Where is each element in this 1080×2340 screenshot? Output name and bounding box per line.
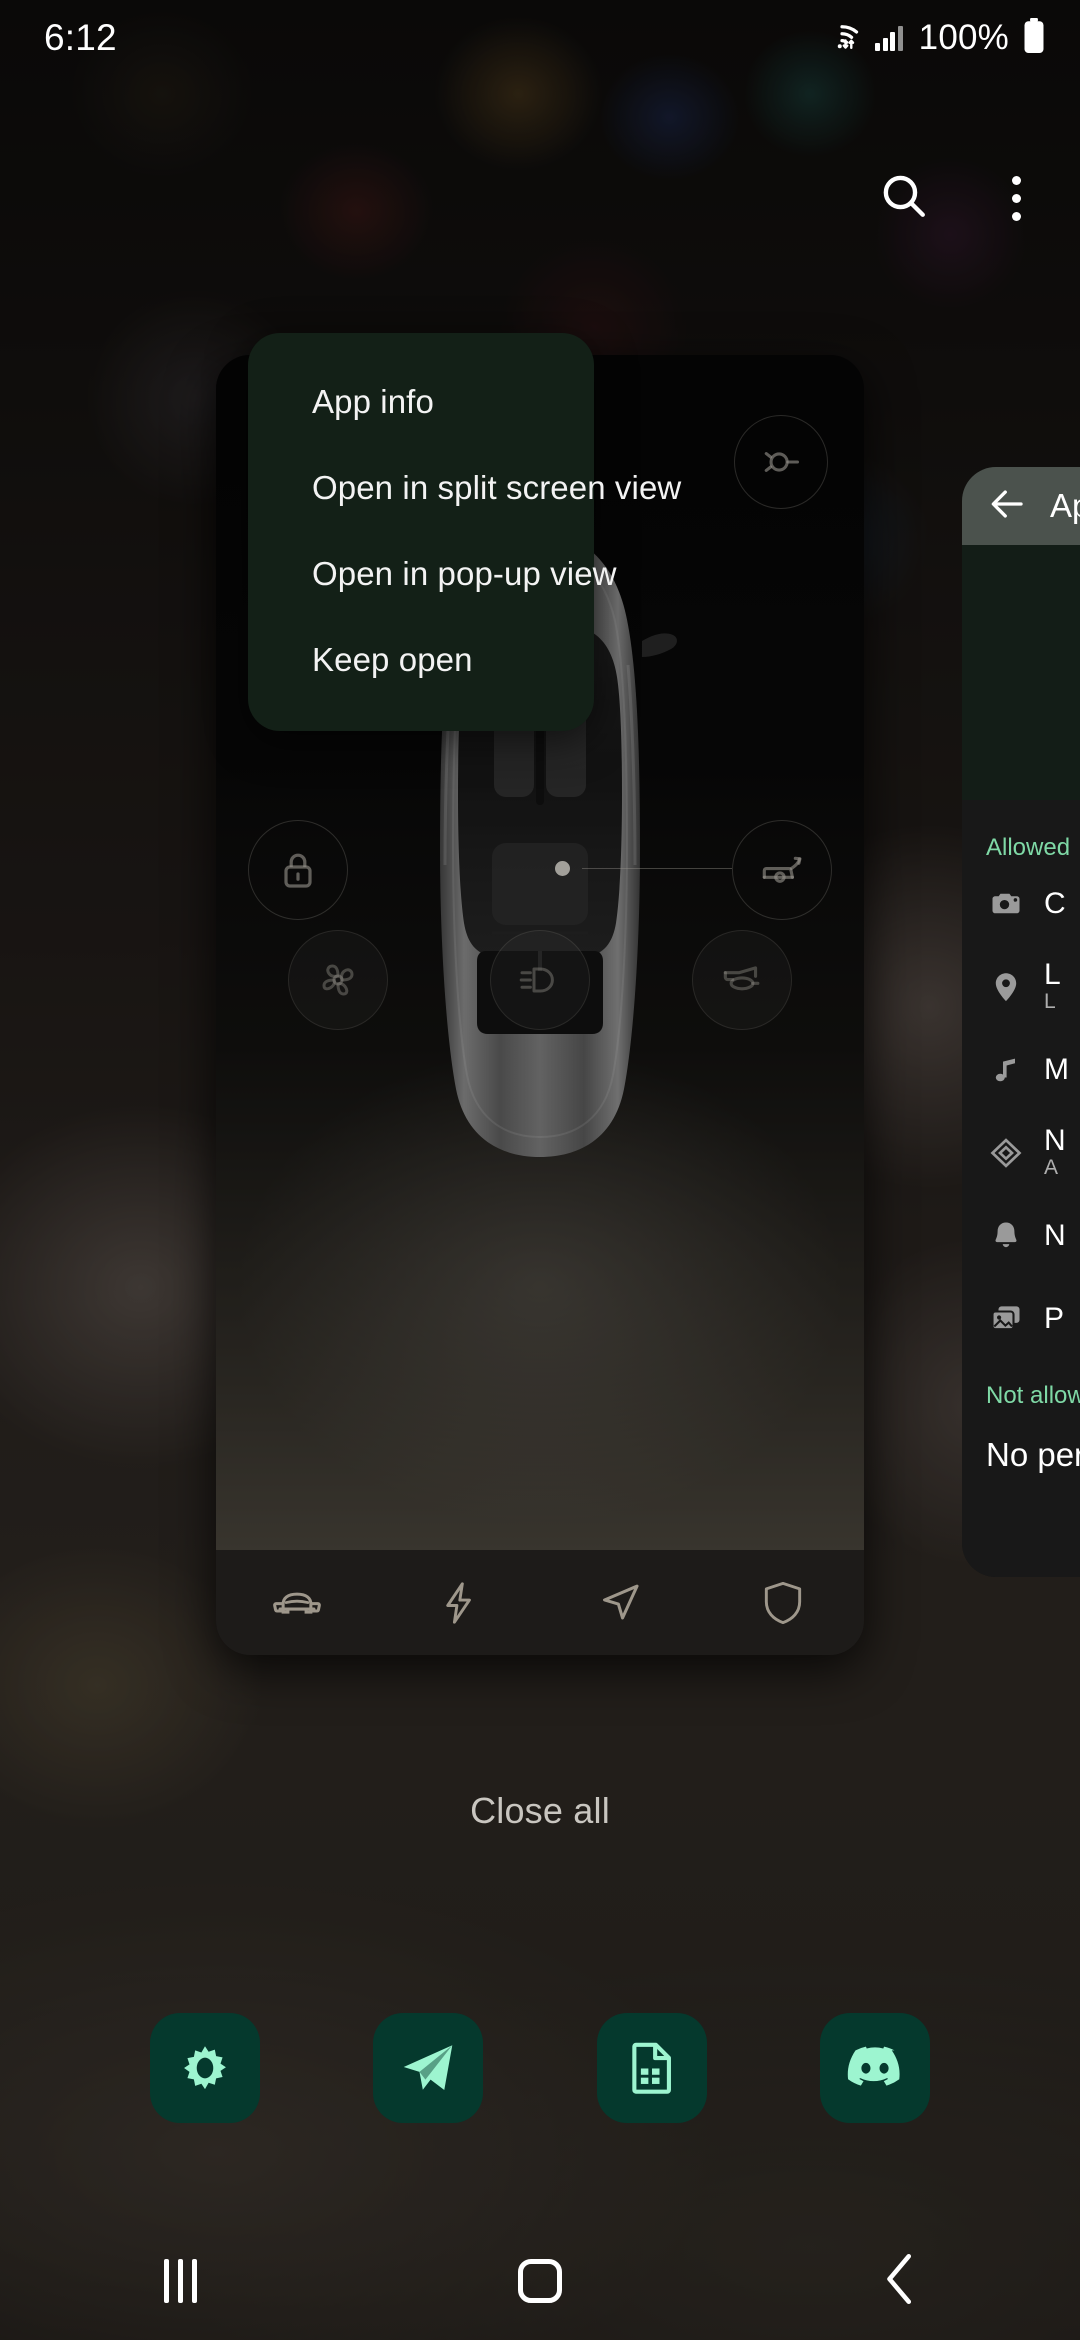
location-pin-icon xyxy=(986,967,1026,1007)
no-permissions-label: No per xyxy=(986,1436,1080,1473)
recents-app-card-app-info[interactable]: App Allowed C L L M xyxy=(962,467,1080,1577)
discord-icon xyxy=(848,2046,900,2086)
dock-sheets[interactable] xyxy=(596,2012,707,2123)
battery-percent-label: 100% xyxy=(918,18,1009,57)
status-bar-clock: 6:12 xyxy=(44,17,117,58)
app-info-hero xyxy=(962,545,1080,800)
home-button[interactable] xyxy=(480,2222,600,2340)
permission-row-location[interactable]: L L xyxy=(962,945,1080,1028)
permissions-allowed-label: Allowed xyxy=(986,834,1071,861)
dock-telegram[interactable] xyxy=(373,2012,484,2123)
signal-icon xyxy=(875,25,903,51)
menu-item-keep-open[interactable]: Keep open xyxy=(248,617,594,703)
spreadsheet-document-icon xyxy=(632,2042,671,2094)
permission-label: L xyxy=(1044,957,1061,991)
app-info-permissions-body: Allowed C L L M N A N P Not allow No per xyxy=(962,800,1080,1577)
app-info-app-bar: App xyxy=(962,467,1080,545)
gear-icon xyxy=(183,2045,226,2089)
system-navigation-bar xyxy=(0,2222,1080,2340)
dock-discord[interactable] xyxy=(820,2012,931,2123)
permissions-not-allowed-label: Not allowed xyxy=(986,1382,1080,1409)
search-icon xyxy=(879,171,929,226)
permission-row-nearby-devices[interactable]: N A xyxy=(962,1111,1080,1194)
camera-icon xyxy=(986,884,1026,924)
nearby-devices-icon xyxy=(986,1133,1026,1173)
music-note-icon xyxy=(986,1050,1026,1090)
back-button[interactable] xyxy=(840,2222,960,2340)
back-chevron-icon xyxy=(878,2251,922,2312)
home-icon xyxy=(518,2259,562,2303)
home-dock xyxy=(0,1985,1080,2150)
wifi-icon xyxy=(822,20,862,57)
menu-item-app-info[interactable]: App info xyxy=(248,359,594,445)
menu-item-open-in-pop-up-view[interactable]: Open in pop-up view xyxy=(248,531,616,617)
recents-icon xyxy=(163,2259,197,2303)
dock-settings[interactable] xyxy=(149,2012,260,2123)
battery-icon xyxy=(1022,17,1046,59)
kebab-menu-icon xyxy=(1011,175,1021,221)
search-button[interactable] xyxy=(866,160,942,236)
permission-row-music[interactable]: M xyxy=(962,1028,1080,1111)
status-bar: 6:12 100% xyxy=(0,0,1080,76)
permission-sublabel: L xyxy=(1044,990,1056,1014)
recents-button[interactable] xyxy=(120,2222,240,2340)
status-bar-indicators: 100% xyxy=(822,17,1046,59)
permission-label: M xyxy=(1044,1052,1069,1086)
permission-label: C xyxy=(1044,886,1066,920)
permission-row-notifications[interactable]: N xyxy=(962,1194,1080,1277)
app-card-context-menu: App info Open in split screen view Open … xyxy=(248,333,681,731)
back-arrow-icon[interactable] xyxy=(986,483,1028,530)
paper-plane-icon xyxy=(403,2044,453,2090)
recents-header xyxy=(866,160,1054,236)
close-all-button[interactable]: Close all xyxy=(0,1790,1080,1832)
permission-row-photos[interactable]: P xyxy=(962,1277,1080,1360)
permission-label: P xyxy=(1044,1301,1065,1335)
permission-row-camera[interactable]: C xyxy=(962,862,1080,945)
bell-icon xyxy=(986,1216,1026,1256)
permission-sublabel: A xyxy=(1044,1156,1059,1180)
more-options-button[interactable] xyxy=(978,160,1054,236)
menu-item-open-in-split-screen-view[interactable]: Open in split screen view xyxy=(248,445,681,531)
app-info-title: App xyxy=(1050,487,1080,524)
permission-label: N xyxy=(1044,1218,1066,1252)
photos-icon xyxy=(986,1299,1026,1339)
permission-label: N xyxy=(1044,1123,1066,1157)
